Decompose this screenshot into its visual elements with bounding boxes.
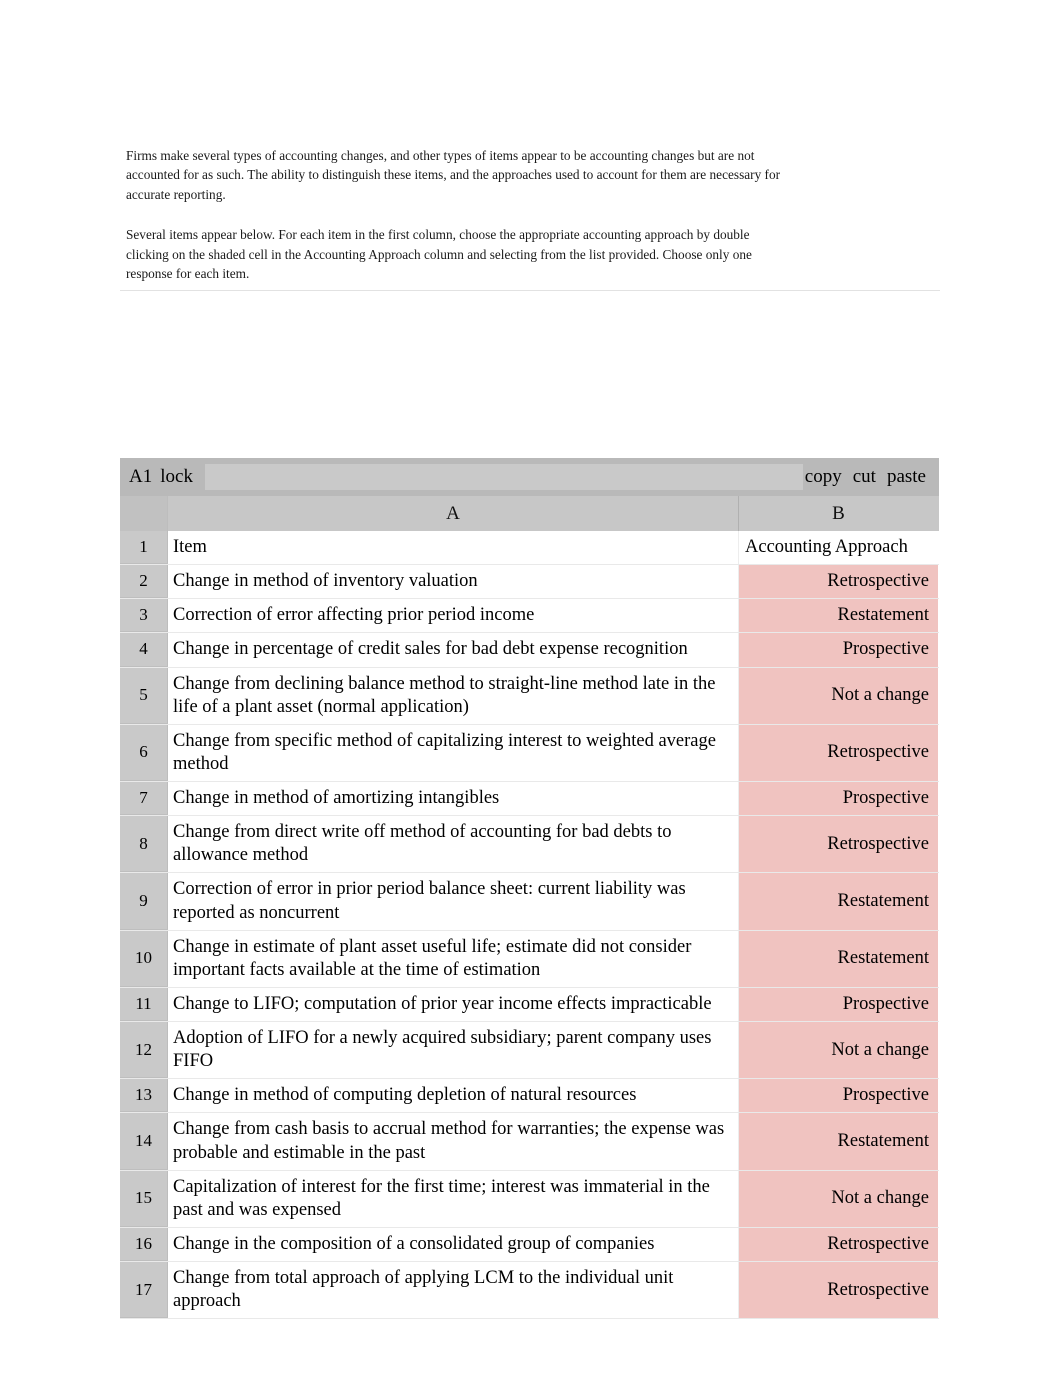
table-row: 7 Change in method of amortizing intangib… bbox=[120, 782, 939, 817]
cell-accounting-approach[interactable]: Retrospective bbox=[739, 816, 938, 873]
table-row: 9 Correction of error in prior period bal… bbox=[120, 873, 939, 931]
table-row: 16 Change in the composition of a consoli… bbox=[120, 1227, 939, 1262]
table-row: 10 Change in estimate of plant asset usef… bbox=[120, 930, 939, 988]
column-header-a[interactable]: A bbox=[168, 496, 739, 531]
table-row: 3 Correction of error affecting prior per… bbox=[120, 599, 939, 634]
cell-item[interactable]: Change in method of computing depletion … bbox=[168, 1079, 739, 1113]
row-number[interactable]: 8 bbox=[120, 816, 168, 873]
table-row: 12 Adoption of LIFO for a newly acquired … bbox=[120, 1022, 939, 1080]
row-number[interactable]: 11 bbox=[120, 987, 168, 1021]
lock-button[interactable]: lock bbox=[160, 466, 203, 488]
cell-accounting-approach[interactable]: Retrospective bbox=[739, 1262, 938, 1319]
copy-button[interactable]: copy bbox=[805, 466, 842, 488]
table-row: 17 Change from total approach of applying… bbox=[120, 1262, 939, 1320]
cell-item[interactable]: Adoption of LIFO for a newly acquired su… bbox=[168, 1022, 739, 1079]
formula-bar-input[interactable] bbox=[204, 464, 803, 490]
cell-item[interactable]: Change from direct write off method of a… bbox=[168, 816, 739, 873]
cell-item[interactable]: Capitalization of interest for the first… bbox=[168, 1170, 739, 1227]
table-row: 2 Change in method of inventory valuation… bbox=[120, 565, 939, 600]
paste-button[interactable]: paste bbox=[887, 466, 926, 488]
cell-accounting-approach[interactable]: Not a change bbox=[739, 1170, 938, 1227]
table-row: 11 Change to LIFO; computation of prior y… bbox=[120, 987, 939, 1022]
column-header-row: A B bbox=[120, 496, 939, 531]
table-row: 1 Item Accounting Approach bbox=[120, 531, 939, 566]
name-box[interactable]: A1 bbox=[120, 466, 160, 488]
spreadsheet-widget: A1 lock copy cut paste A B 1 Item Accoun… bbox=[120, 458, 939, 1320]
table-row: 14 Change from cash basis to accrual meth… bbox=[120, 1113, 939, 1171]
intro-text-block: Firms make several types of accounting c… bbox=[126, 146, 786, 283]
table-row: 8 Change from direct write off method of … bbox=[120, 816, 939, 874]
cell-item[interactable]: Correction of error affecting prior peri… bbox=[168, 599, 739, 633]
cut-button[interactable]: cut bbox=[853, 466, 876, 488]
row-number[interactable]: 9 bbox=[120, 873, 168, 930]
data-rows-container: 2 Change in method of inventory valuation… bbox=[120, 565, 939, 1320]
cell-accounting-approach[interactable]: Retrospective bbox=[739, 565, 938, 599]
row-number[interactable]: 10 bbox=[120, 930, 168, 987]
cell-accounting-approach[interactable]: Retrospective bbox=[739, 1227, 938, 1261]
row-number[interactable]: 6 bbox=[120, 724, 168, 781]
row-number[interactable]: 1 bbox=[120, 531, 168, 565]
row-number[interactable]: 15 bbox=[120, 1170, 168, 1227]
cell-accounting-approach[interactable]: Restatement bbox=[739, 873, 938, 930]
cell-item[interactable]: Change from declining balance method to … bbox=[168, 667, 739, 724]
row-number[interactable]: 13 bbox=[120, 1079, 168, 1113]
cell-accounting-approach[interactable]: Restatement bbox=[739, 599, 938, 633]
row-number[interactable]: 17 bbox=[120, 1262, 168, 1319]
table-row: 6 Change from specific method of capitali… bbox=[120, 724, 939, 782]
cell-a1-item-header[interactable]: Item bbox=[168, 531, 739, 565]
cell-item[interactable]: Change in the composition of a consolida… bbox=[168, 1227, 739, 1261]
cell-accounting-approach[interactable]: Prospective bbox=[739, 987, 938, 1021]
intro-paragraph-2: Several items appear below. For each ite… bbox=[126, 227, 752, 282]
cell-item[interactable]: Change in percentage of credit sales for… bbox=[168, 633, 739, 667]
cell-accounting-approach[interactable]: Not a change bbox=[739, 1022, 938, 1079]
cell-b1-approach-header[interactable]: Accounting Approach bbox=[739, 531, 938, 565]
cell-accounting-approach[interactable]: Restatement bbox=[739, 930, 938, 987]
column-header-b[interactable]: B bbox=[739, 496, 938, 531]
cell-accounting-approach[interactable]: Prospective bbox=[739, 782, 938, 816]
row-number[interactable]: 5 bbox=[120, 667, 168, 724]
table-row: 13 Change in method of computing depletio… bbox=[120, 1079, 939, 1114]
cell-item[interactable]: Change in method of inventory valuation bbox=[168, 565, 739, 599]
cell-accounting-approach[interactable]: Not a change bbox=[739, 667, 938, 724]
cell-item[interactable]: Change in method of amortizing intangibl… bbox=[168, 782, 739, 816]
cell-item[interactable]: Change from cash basis to accrual method… bbox=[168, 1113, 739, 1170]
cell-accounting-approach[interactable]: Prospective bbox=[739, 633, 938, 667]
clipboard-actions: copy cut paste bbox=[805, 466, 939, 488]
row-number[interactable]: 4 bbox=[120, 633, 168, 667]
section-divider bbox=[120, 290, 940, 291]
cell-item[interactable]: Change from total approach of applying L… bbox=[168, 1262, 739, 1319]
cell-accounting-approach[interactable]: Prospective bbox=[739, 1079, 938, 1113]
cell-item[interactable]: Change in estimate of plant asset useful… bbox=[168, 930, 739, 987]
table-row: 5 Change from declining balance method to… bbox=[120, 667, 939, 725]
spreadsheet-grid: 1 Item Accounting Approach 2 Change in me… bbox=[120, 531, 939, 1320]
row-number[interactable]: 3 bbox=[120, 599, 168, 633]
spreadsheet-toolbar: A1 lock copy cut paste bbox=[120, 458, 939, 496]
cell-accounting-approach[interactable]: Retrospective bbox=[739, 724, 938, 781]
row-number[interactable]: 12 bbox=[120, 1022, 168, 1079]
table-row: 4 Change in percentage of credit sales fo… bbox=[120, 633, 939, 668]
row-number[interactable]: 14 bbox=[120, 1113, 168, 1170]
row-number[interactable]: 7 bbox=[120, 782, 168, 816]
cell-item[interactable]: Change from specific method of capitaliz… bbox=[168, 724, 739, 781]
row-number[interactable]: 2 bbox=[120, 565, 168, 599]
row-number[interactable]: 16 bbox=[120, 1227, 168, 1261]
cell-item[interactable]: Change to LIFO; computation of prior yea… bbox=[168, 987, 739, 1021]
cell-accounting-approach[interactable]: Restatement bbox=[739, 1113, 938, 1170]
intro-paragraph-1: Firms make several types of accounting c… bbox=[126, 148, 781, 202]
cell-item[interactable]: Correction of error in prior period bala… bbox=[168, 873, 739, 930]
table-row: 15 Capitalization of interest for the fir… bbox=[120, 1170, 939, 1228]
select-all-corner[interactable] bbox=[120, 496, 168, 531]
